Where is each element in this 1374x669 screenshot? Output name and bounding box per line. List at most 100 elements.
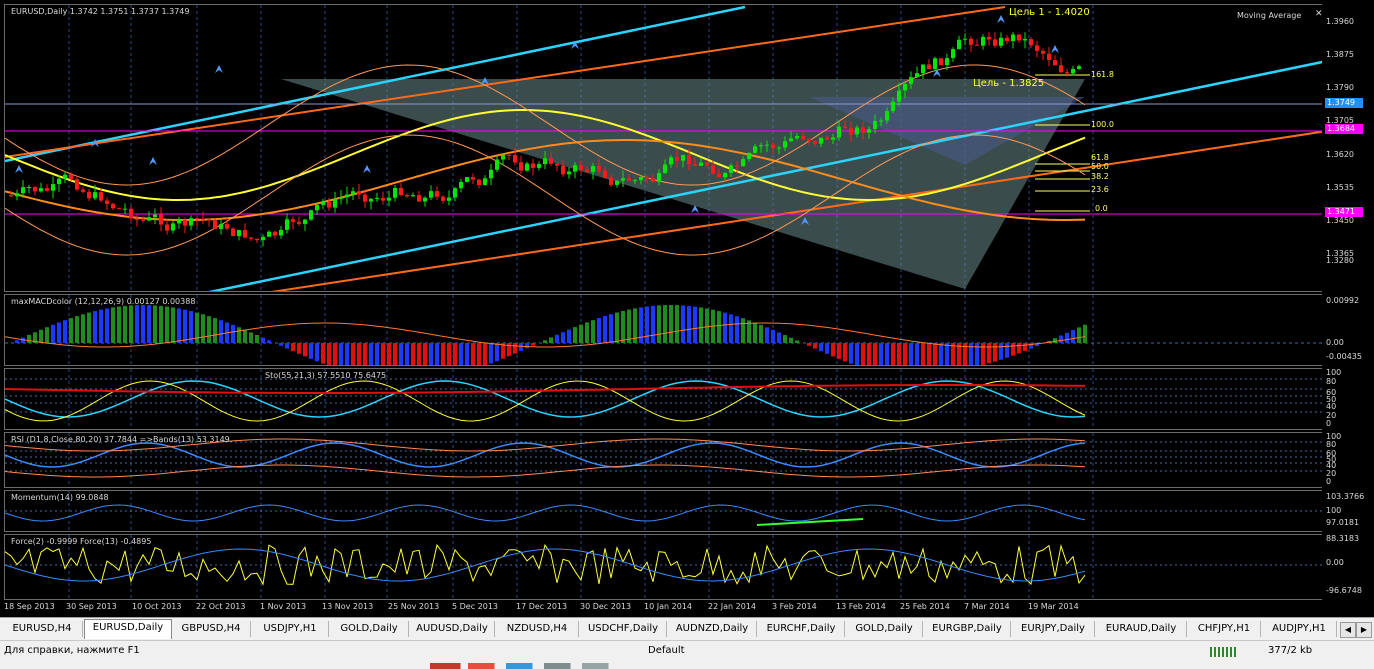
- macd-bar: [1017, 343, 1021, 353]
- tab-usdjpy-h1[interactable]: USDJPY,H1: [252, 621, 329, 637]
- target2-label: Цель - 1.3825: [973, 78, 1044, 89]
- candle-body: [867, 129, 871, 133]
- main-chart-pane[interactable]: EURUSD,Daily 1.3742 1.3751 1.3737 1.3749…: [4, 4, 1326, 292]
- candle-body: [1035, 45, 1039, 50]
- stoch-tick: 40: [1326, 402, 1336, 411]
- tab-gold-daily[interactable]: GOLD,Daily: [846, 621, 923, 637]
- macd-bar: [897, 343, 901, 366]
- candle-body: [561, 166, 565, 175]
- candle-body: [213, 220, 217, 229]
- candle-body: [831, 137, 835, 139]
- macd-bar: [129, 305, 133, 343]
- force-canvas: [5, 535, 1326, 600]
- macd-bar: [573, 327, 577, 343]
- price-tick: 1.3960: [1326, 17, 1354, 26]
- tab-usdchf-daily[interactable]: USDCHF,Daily: [580, 621, 667, 637]
- candle-body: [1041, 51, 1045, 54]
- candle-body: [633, 180, 637, 181]
- force-pane[interactable]: Force(2) -0.9999 Force(13) -0.4895: [4, 534, 1326, 600]
- macd-bar: [141, 305, 145, 343]
- tab-eurgbp-daily[interactable]: EURGBP,Daily: [924, 621, 1011, 637]
- macd-bar: [75, 316, 79, 343]
- candle-body: [39, 188, 43, 191]
- macd-bar: [321, 343, 325, 364]
- candle-body: [501, 155, 505, 160]
- tab-eurusd-h4[interactable]: EURUSD,H4: [2, 621, 83, 637]
- macd-bar: [927, 343, 931, 366]
- candle-body: [93, 192, 97, 198]
- tab-eurjpy-daily[interactable]: EURJPY,Daily: [1012, 621, 1095, 637]
- candle-body: [489, 170, 493, 179]
- candle-body: [615, 181, 619, 185]
- price-axis[interactable]: 1.3960 1.3875 1.3790 1.3705 1.3620 1.353…: [1322, 4, 1374, 292]
- macd-bar: [759, 325, 763, 343]
- candle-body: [939, 58, 943, 65]
- candle-body: [765, 145, 769, 146]
- macd-pane[interactable]: maxMACDcolor (12,12,26,9) 0.00127 0.0038…: [4, 294, 1326, 366]
- tab-gold-daily[interactable]: GOLD,Daily: [330, 621, 409, 637]
- rsi-pane[interactable]: RSI (D1,8,Close,80,20) 37.7844 =>Bands(1…: [4, 432, 1326, 488]
- candle-body: [909, 77, 913, 84]
- macd-bar: [663, 305, 667, 343]
- macd-canvas: [5, 295, 1326, 366]
- candle-body: [735, 165, 739, 166]
- candle-body: [531, 164, 535, 168]
- macd-bar: [513, 343, 517, 354]
- tab-euraud-daily[interactable]: EURAUD,Daily: [1096, 621, 1187, 637]
- connection-bars-icon: [1210, 647, 1238, 657]
- candle-body: [741, 159, 745, 166]
- stochastic-pane[interactable]: Sto(55,21,3) 57.5510 75.6475: [4, 368, 1326, 430]
- candle-body: [357, 191, 361, 194]
- tab-audjpy-h1[interactable]: AUDJPY,H1: [1262, 621, 1337, 637]
- macd-bar: [213, 318, 217, 343]
- macd-bar: [411, 343, 415, 366]
- candle-body: [579, 165, 583, 170]
- macd-bar: [159, 306, 163, 343]
- macd-bar: [435, 343, 439, 366]
- candle-body: [981, 37, 985, 46]
- tab-audusd-daily[interactable]: AUDUSD,Daily: [410, 621, 495, 637]
- candle-body: [111, 204, 115, 208]
- candle-body: [645, 177, 649, 179]
- macd-bar: [375, 343, 379, 366]
- candle-body: [891, 102, 895, 111]
- macd-bar: [669, 305, 673, 343]
- macd-bar: [873, 343, 877, 366]
- tab-nzdusd-h4[interactable]: NZDUSD,H4: [496, 621, 579, 637]
- tab-chfjpy-h1[interactable]: CHFJPY,H1: [1188, 621, 1261, 637]
- macd-bar: [171, 307, 175, 343]
- candle-body: [21, 187, 25, 193]
- macd-bar: [843, 343, 847, 361]
- tab-scroll-right-icon[interactable]: ▶: [1356, 622, 1372, 638]
- candle-body: [81, 189, 85, 191]
- macd-bar: [351, 343, 355, 366]
- macd-bar: [261, 338, 265, 343]
- stoch-tick: 100: [1326, 368, 1341, 377]
- momentum-pane[interactable]: Momentum(14) 99.0848: [4, 490, 1326, 532]
- candle-body: [309, 210, 313, 219]
- macd-bar: [837, 343, 841, 359]
- macd-bar: [579, 325, 583, 343]
- stochastic-axis: 100 80 60 50 40 20 0: [1322, 368, 1374, 430]
- macd-bar: [561, 332, 565, 343]
- candle-body: [165, 225, 169, 231]
- tab-gbpusd-h4[interactable]: GBPUSD,H4: [172, 621, 251, 637]
- tab-eurusd-daily[interactable]: EURUSD,Daily: [84, 619, 172, 639]
- candle-body: [297, 222, 301, 224]
- candle-body: [963, 39, 967, 40]
- tab-eurchf-daily[interactable]: EURCHF,Daily: [758, 621, 845, 637]
- candle-body: [921, 64, 925, 73]
- tab-scroll-left-icon[interactable]: ◀: [1340, 622, 1356, 638]
- macd-bar: [315, 343, 319, 361]
- candle-body: [339, 197, 343, 199]
- macd-bar: [183, 310, 187, 343]
- macd-bar: [219, 320, 223, 343]
- candle-body: [573, 165, 577, 171]
- macd-bar: [441, 343, 445, 366]
- rsi-tick: 80: [1326, 440, 1336, 449]
- candle-body: [519, 162, 523, 170]
- candle-body: [999, 38, 1003, 46]
- macd-bar: [123, 306, 127, 343]
- tab-audnzd-daily[interactable]: AUDNZD,Daily: [668, 621, 757, 637]
- macd-bar: [1053, 338, 1057, 343]
